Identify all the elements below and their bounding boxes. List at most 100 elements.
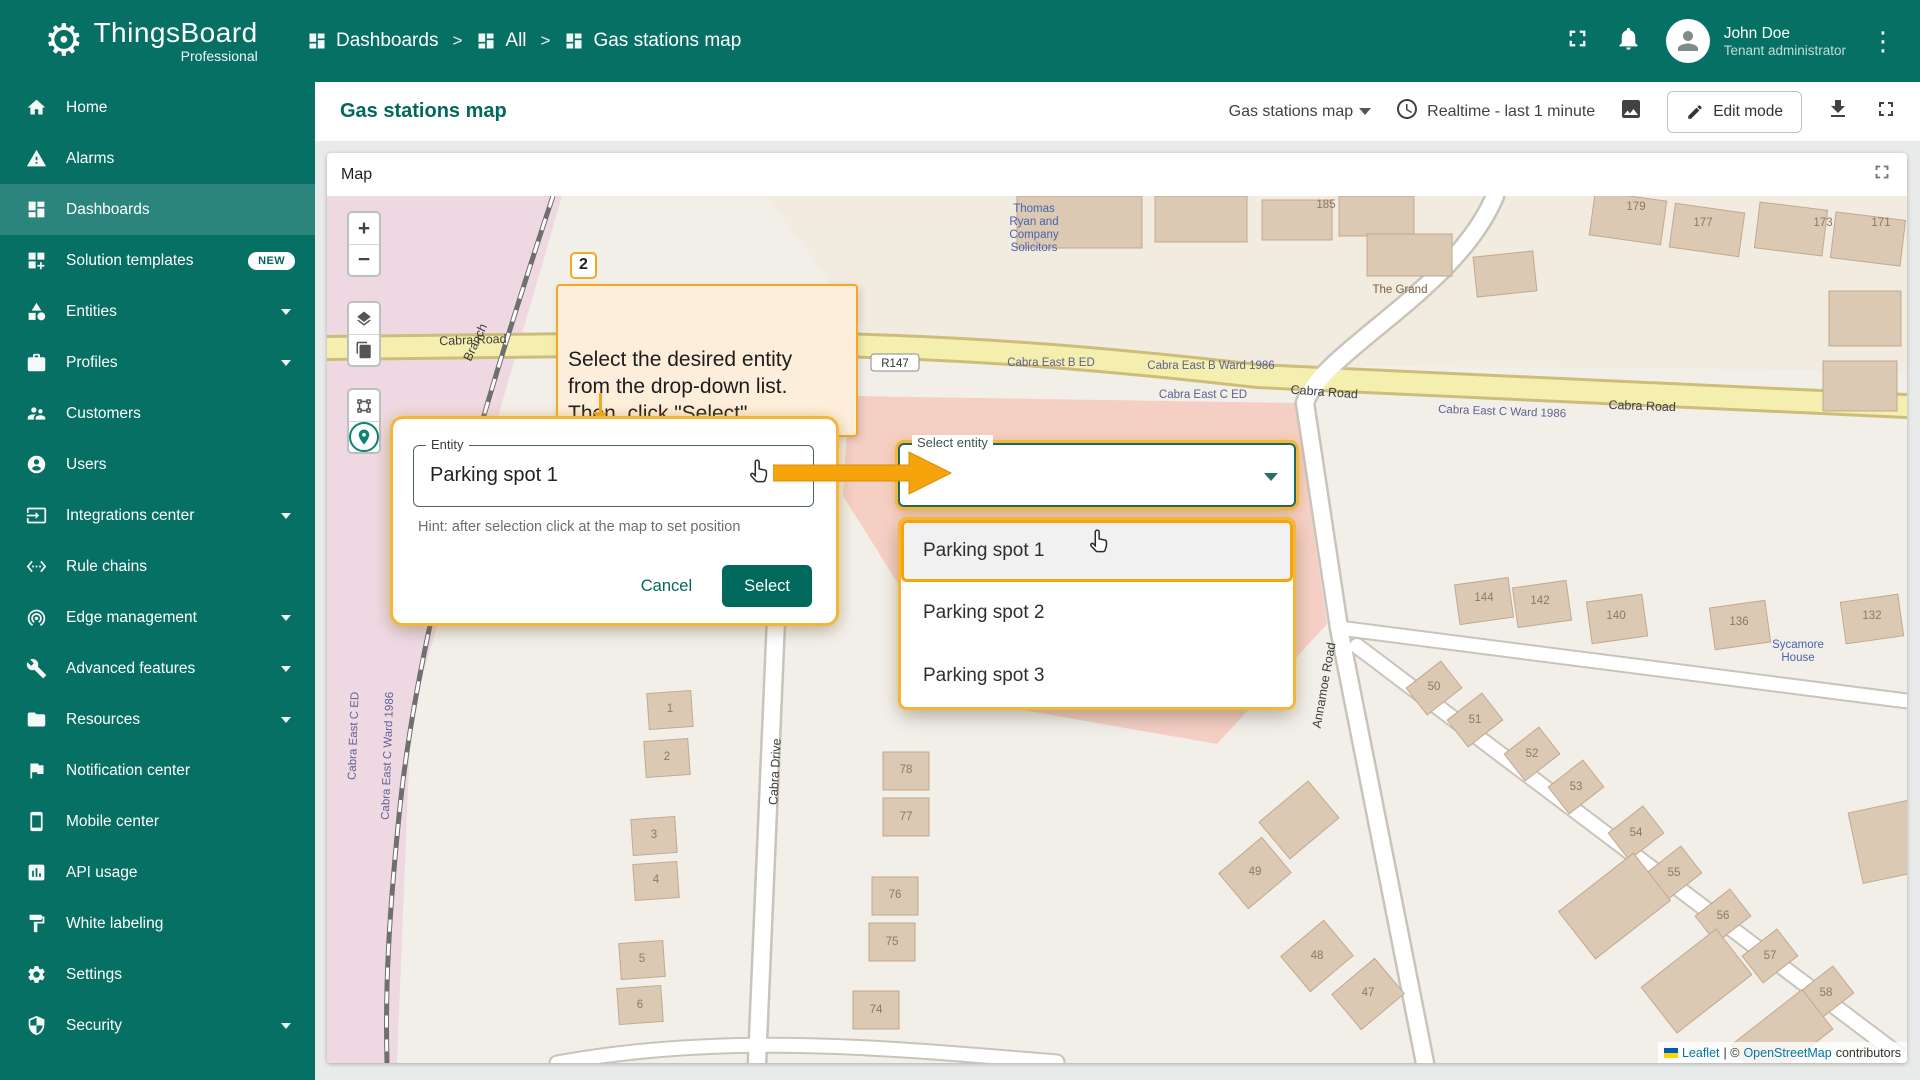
dashboards-icon <box>28 201 45 218</box>
place-map-item-tool-button[interactable] <box>349 421 379 452</box>
user-role: Tenant administrator <box>1723 42 1846 58</box>
top-header: ⚙ ThingsBoard Professional Dashboards > … <box>0 0 1920 82</box>
sidebar-item-customers[interactable]: Customers <box>0 388 315 439</box>
sidebar-item-solution-templates[interactable]: Solution templates NEW <box>0 235 315 286</box>
user-avatar[interactable] <box>1665 19 1710 63</box>
dashboard-toolbar: Gas stations map Gas stations map Realti… <box>315 82 1920 141</box>
caret-down-icon <box>1359 108 1372 115</box>
sidebar-item-resources[interactable]: Resources <box>0 694 315 745</box>
entity-dialog-hint: Hint: after selection click at the map t… <box>418 519 741 535</box>
leaflet-link[interactable]: Leaflet <box>1682 1046 1720 1060</box>
dashboard-select[interactable]: Gas stations map <box>1229 103 1372 121</box>
select-entity-label: Select entity <box>912 435 993 450</box>
profiles-icon <box>27 353 46 372</box>
edit-mode-button[interactable]: Edit mode <box>1667 90 1802 133</box>
select-entity-dropdown[interactable]: Select entity <box>898 435 1296 507</box>
warning-icon <box>26 149 47 167</box>
dropdown-options-panel: Parking spot 1 Parking spot 2 Parking sp… <box>901 520 1293 707</box>
notifications-bell-button[interactable] <box>1615 25 1642 57</box>
select-area-tool-button[interactable] <box>349 390 379 421</box>
sidebar-item-alarms[interactable]: Alarms <box>0 133 315 184</box>
pencil-icon <box>1688 104 1702 119</box>
sidebar-item-mobile-center[interactable]: Mobile center <box>0 796 315 847</box>
sidebar-item-profiles[interactable]: Profiles <box>0 337 315 388</box>
notification-flag-icon <box>30 763 44 779</box>
solution-templates-icon <box>28 252 45 270</box>
step-number-badge: 2 <box>570 252 597 279</box>
dashboard-icon <box>478 33 494 49</box>
settings-gear-icon <box>28 966 45 983</box>
toolbar-fullscreen-button[interactable] <box>1874 97 1898 126</box>
sidebar-item-home[interactable]: Home <box>0 82 315 133</box>
chevron-down-icon <box>281 512 291 519</box>
integrations-icon <box>26 507 47 524</box>
dropdown-option-parking-spot-1[interactable]: Parking spot 1 <box>901 520 1293 583</box>
new-badge: NEW <box>248 251 295 270</box>
widget-fullscreen-button[interactable] <box>1871 161 1893 188</box>
brand-logo[interactable]: ⚙ ThingsBoard Professional <box>0 17 307 64</box>
sidebar-item-api-usage[interactable]: API usage <box>0 847 315 898</box>
sidebar-item-edge-management[interactable]: Edge management <box>0 592 315 643</box>
cancel-button[interactable]: Cancel <box>641 577 692 596</box>
breadcrumb-separator: > <box>540 31 551 50</box>
chevron-down-icon <box>281 359 291 366</box>
page-title: Gas stations map <box>340 100 507 122</box>
annotation-connector-line <box>599 393 602 414</box>
person-icon <box>1677 31 1698 51</box>
chevron-down-icon <box>281 665 291 672</box>
dropdown-option-parking-spot-2[interactable]: Parking spot 2 <box>901 582 1293 645</box>
image-export-button[interactable] <box>1619 97 1643 126</box>
chevron-down-icon <box>281 308 291 315</box>
sidebar-item-settings[interactable]: Settings <box>0 949 315 1000</box>
breadcrumb-label: Dashboards <box>336 30 439 51</box>
sidebar-item-integrations-center[interactable]: Integrations center <box>0 490 315 541</box>
map-attribution: Leaflet | © OpenStreetMap contributors <box>1657 1042 1907 1063</box>
security-shield-icon <box>28 1015 45 1036</box>
fullscreen-button[interactable] <box>1564 25 1591 57</box>
breadcrumb-label: Gas stations map <box>593 30 742 51</box>
copy-view-tool-button[interactable] <box>349 334 379 365</box>
breadcrumb-separator: > <box>452 31 463 50</box>
kebab-menu-icon[interactable]: ⋮ <box>1870 28 1896 54</box>
dashboard-icon <box>566 33 582 49</box>
osm-link[interactable]: OpenStreetMap <box>1743 1046 1831 1060</box>
copy-icon <box>356 341 371 359</box>
sidebar-item-dashboards[interactable]: Dashboards <box>0 184 315 235</box>
layers-tool-button[interactable] <box>349 303 379 334</box>
map-widget-card: Map 185 179 177 173 171 144 142 140 136 132 50 51 52… <box>327 153 1907 1063</box>
sidebar-item-notification-center[interactable]: Notification center <box>0 745 315 796</box>
breadcrumb-all[interactable]: All <box>476 30 527 52</box>
vector-square-icon <box>357 398 371 413</box>
dropdown-caret-icon <box>1264 473 1278 481</box>
sidebar-item-users[interactable]: Users <box>0 439 315 490</box>
brand-name: ThingsBoard <box>93 17 258 49</box>
entity-field-value: Parking spot 1 <box>430 464 558 486</box>
advanced-features-icon <box>26 658 47 679</box>
download-button[interactable] <box>1826 97 1850 126</box>
entity-field-label: Entity <box>426 437 469 452</box>
breadcrumb-dashboards[interactable]: Dashboards <box>307 30 438 52</box>
user-name: John Doe <box>1723 24 1791 42</box>
sidebar-item-entities[interactable]: Entities <box>0 286 315 337</box>
ukraine-flag-icon <box>1663 1047 1678 1058</box>
zoom-out-button[interactable]: − <box>349 244 379 275</box>
dashboard-icon <box>309 33 325 49</box>
white-labeling-paint-icon <box>29 914 45 933</box>
breadcrumb-current[interactable]: Gas stations map <box>564 30 741 52</box>
zoom-in-button[interactable]: + <box>349 213 379 244</box>
timewindow-button[interactable]: Realtime - last 1 minute <box>1395 97 1595 126</box>
leaflet-map[interactable]: 185 179 177 173 171 144 142 140 136 132 50 51 52 53 54… <box>327 196 1907 1063</box>
sidebar-nav: Home Alarms Dashboards Solution template… <box>0 82 315 1080</box>
dropdown-option-parking-spot-3[interactable]: Parking spot 3 <box>901 644 1293 707</box>
map-tools-group-1 <box>347 301 381 367</box>
breadcrumb: Dashboards > All > Gas stations map <box>307 30 741 52</box>
sidebar-item-security[interactable]: Security <box>0 1000 315 1051</box>
select-button[interactable]: Select <box>722 565 812 607</box>
entity-field[interactable]: Entity Parking spot 1 <box>413 437 814 507</box>
sidebar-item-white-labeling[interactable]: White labeling <box>0 898 315 949</box>
mobile-icon <box>30 811 43 832</box>
sidebar-item-advanced-features[interactable]: Advanced features <box>0 643 315 694</box>
widget-title: Map <box>341 165 373 183</box>
sidebar-item-rule-chains[interactable]: Rule chains <box>0 541 315 592</box>
chevron-down-icon <box>281 716 291 723</box>
